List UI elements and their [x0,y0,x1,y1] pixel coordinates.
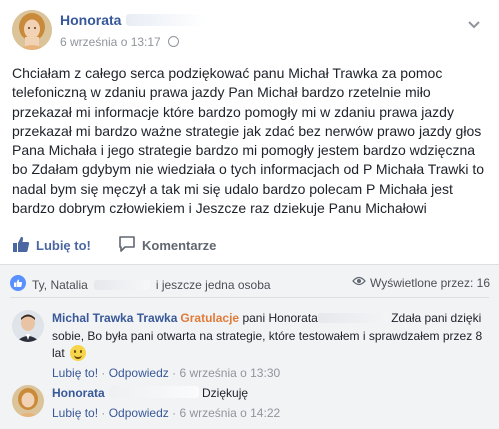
eye-icon [352,275,366,290]
reactions-suffix: i jeszcze jedna osoba [155,277,271,292]
reactions-names: Ty, Natalia [32,277,88,292]
blurred-surname [93,279,150,290]
commenter-name-text[interactable]: Honorata [52,386,105,400]
blurred-surname [108,386,199,398]
post-meta: 6 września o 13:17 [60,35,180,49]
thumbs-up-icon [12,235,30,256]
comment-like-link[interactable]: Lubię to! [52,366,98,380]
comment-mention: pani Honorata [242,311,388,325]
comment-reply-link[interactable]: Odpowiedz [109,366,169,380]
reactions-summary: Ty, Natalia i jeszcze jedna osoba Wyświe… [10,275,490,293]
mention-text: pani Honorata [242,311,318,325]
commenter-name[interactable]: Michal Trawka Trawka [52,311,177,325]
comment-label: Komentarze [142,238,217,253]
comment-footer: Lubię to! · Odpowiedz · 6 września o 14:… [52,405,281,420]
comment-time[interactable]: 6 września o 13:30 [179,366,280,380]
post-header: Honorata 6 września o 13:17 [12,10,482,54]
reaction-like-icon [10,275,26,294]
reactions-who[interactable]: Ty, Natalia i jeszcze jedna osoba [10,275,271,294]
like-label: Lubię to! [36,238,91,253]
like-button[interactable]: Lubię to! [12,235,91,256]
comment-reply-link[interactable]: Odpowiedz [109,406,169,420]
divider [10,297,489,298]
comment-footer: Lubię to! · Odpowiedz · 6 września o 13:… [52,365,281,380]
blurred-surname [317,313,388,323]
comment-icon [118,235,136,256]
comment-button[interactable]: Komentarze [118,235,499,256]
post-text: Chciałam z całego serca podziękować panu… [12,65,485,217]
views-count[interactable]: Wyświetlone przez: 16 [352,275,490,290]
author-name[interactable]: Honorata [60,12,207,28]
chevron-down-icon[interactable] [466,16,482,32]
commenter-avatar[interactable] [12,385,44,417]
comment-item: Michal Trawka Trawka Gratulacje pani Hono… [12,310,490,380]
comment-text: Dziękuję [202,386,249,400]
author-name-text[interactable]: Honorata [60,12,121,28]
post-timestamp[interactable]: 6 września o 13:17 [60,35,161,49]
post-actions: Lubię to! Komentarze [12,230,487,260]
comment-like-link[interactable]: Lubię to! [52,406,98,420]
globe-icon [168,36,180,47]
blurred-surname [126,14,207,26]
smiley-icon [70,345,87,361]
views-label: Wyświetlone przez: 16 [370,275,490,290]
comment-item: Honorata Dziękuję Lubię to! · Odpowiedz … [12,385,490,425]
facebook-post: Honorata 6 września o 13:17 Chciałam z c… [0,0,499,429]
commenter-name[interactable]: Honorata [52,386,199,400]
commenter-avatar[interactable] [12,310,44,342]
comment-body: Michal Trawka Trawka Gratulacje pani Hono… [52,310,488,382]
gratulacje-badge: Gratulacje [180,311,240,325]
author-avatar[interactable] [12,10,52,50]
comment-body: Honorata Dziękuję Lubię to! · Odpowiedz … [52,385,488,422]
comment-time[interactable]: 6 września o 14:22 [179,406,280,420]
